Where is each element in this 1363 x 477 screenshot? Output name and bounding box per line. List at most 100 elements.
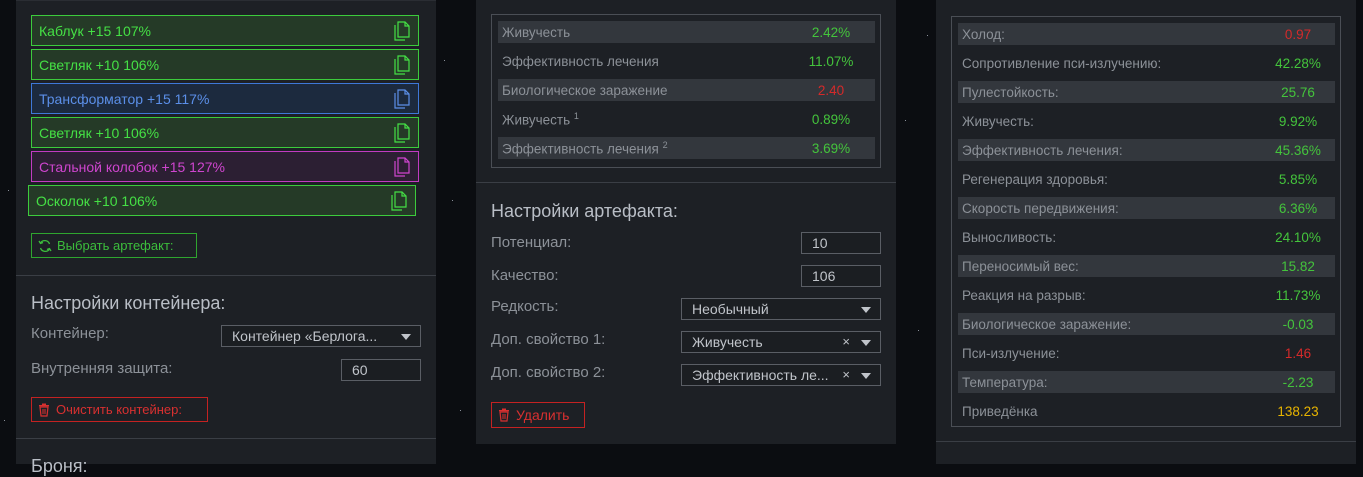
stat-name-text: Регенерация здоровья: bbox=[962, 171, 1108, 187]
chevron-down-icon bbox=[861, 307, 871, 313]
stat-name: Приведёнка bbox=[958, 404, 1038, 419]
chevron-down-icon bbox=[861, 373, 871, 379]
quality-input[interactable]: 106 bbox=[801, 265, 881, 287]
document-icon[interactable] bbox=[394, 157, 410, 180]
delete-artifact-label: Удалить bbox=[516, 407, 570, 423]
container-select[interactable]: Контейнер «Берлога... bbox=[221, 325, 421, 347]
stat-row: Переносимый вес: 15.82 bbox=[958, 255, 1335, 277]
stat-name-text: Эффективность лечения bbox=[502, 141, 659, 157]
stat-name: Реакция на разрыв: bbox=[958, 288, 1086, 303]
stat-name-text: Живучесть: bbox=[962, 113, 1034, 129]
choose-artifact-button[interactable]: Выбрать артефакт: bbox=[31, 233, 197, 258]
stat-value: 11.73% bbox=[1275, 287, 1321, 303]
artifact-item[interactable]: Каблук +15 107% bbox=[31, 15, 419, 46]
stat-footnote-marker: 1 bbox=[573, 110, 579, 121]
stat-value: 2.40 bbox=[817, 82, 845, 98]
stat-name-text: Переносимый вес: bbox=[962, 258, 1079, 274]
stat-value: 0.89% bbox=[811, 111, 851, 127]
document-icon[interactable] bbox=[394, 89, 410, 112]
stat-name: Сопротивление пси-излучению: bbox=[958, 56, 1161, 71]
stat-value: 11.07% bbox=[808, 53, 854, 69]
stat-name: Живучесть: bbox=[958, 114, 1034, 129]
stat-name-text: Пси-излучение: bbox=[962, 345, 1060, 361]
stat-name: Биологическое заражение: bbox=[958, 317, 1131, 332]
stat-row: Живучесть 1 0.89% bbox=[498, 108, 875, 130]
stat-name: Пси-излучение: bbox=[958, 346, 1060, 361]
stat-name-text: Живучесть bbox=[502, 24, 571, 40]
stat-value: 25.76 bbox=[1281, 84, 1315, 100]
rarity-select-value: Необычный bbox=[692, 301, 769, 317]
artifact-stats-table: Живучесть 2.42% Эффективность лечения 11.07… bbox=[491, 14, 881, 168]
artifact-item-label: Стальной колобок +15 127% bbox=[39, 158, 225, 175]
potential-input[interactable]: 10 bbox=[801, 232, 881, 254]
artifact-item-label: Осколок +10 106% bbox=[36, 192, 158, 209]
document-icon[interactable] bbox=[394, 21, 410, 44]
stat-value: 5.85% bbox=[1278, 171, 1318, 187]
stat-row: Биологическое заражение: -0.03 bbox=[958, 313, 1335, 335]
container-select-value: Контейнер «Берлога... bbox=[232, 328, 378, 344]
stat-value: 1.46 bbox=[1284, 345, 1312, 361]
stat-row: Холод: 0.97 bbox=[958, 23, 1335, 45]
artifact-item[interactable]: Осколок +10 106% bbox=[28, 185, 416, 216]
clear-x-icon[interactable]: × bbox=[842, 334, 850, 349]
stat-name-text: Эффективность лечения bbox=[502, 53, 659, 69]
extra-property-1-value: Живучесть bbox=[692, 334, 763, 350]
clear-x-icon[interactable]: × bbox=[842, 367, 850, 382]
stat-name-text: Сопротивление пси-излучению: bbox=[962, 55, 1162, 71]
stat-name-text: Температура: bbox=[962, 374, 1048, 390]
stat-name-text: Пулестойкость: bbox=[962, 84, 1059, 100]
stat-name-text: Холод: bbox=[962, 26, 1005, 42]
stat-row: Эффективность лечения 2 3.69% bbox=[498, 137, 875, 159]
artifact-item-label: Трансформатор +15 117% bbox=[39, 90, 210, 107]
stat-name: Живучесть bbox=[498, 25, 570, 40]
stat-row: Скорость передвижения: 6.36% bbox=[958, 197, 1335, 219]
container-settings-title: Настройки контейнера: bbox=[31, 293, 226, 313]
stat-value: 42.28% bbox=[1275, 55, 1321, 71]
stat-value: 3.69% bbox=[811, 140, 851, 156]
extra-property-1-select[interactable]: Живучесть × bbox=[681, 331, 881, 353]
artifact-item-label: Светляк +10 106% bbox=[39, 56, 160, 73]
stat-name: Выносливость: bbox=[958, 230, 1056, 245]
document-icon[interactable] bbox=[394, 55, 410, 78]
stat-name-text: Биологическое заражение bbox=[502, 82, 668, 98]
artifact-item[interactable]: Трансформатор +15 117% bbox=[31, 83, 419, 114]
stat-value: -2.23 bbox=[1282, 374, 1314, 390]
stat-row: Пси-излучение: 1.46 bbox=[958, 342, 1335, 364]
choose-artifact-label: Выбрать артефакт: bbox=[57, 238, 174, 253]
stat-value: 2.42% bbox=[811, 24, 851, 40]
stat-name: Эффективность лечения 2 bbox=[498, 140, 668, 157]
stat-name: Эффективность лечения: bbox=[958, 143, 1123, 158]
stat-name: Скорость передвижения: bbox=[958, 201, 1119, 216]
armor-section-title: Броня: bbox=[31, 456, 88, 476]
stat-name: Переносимый вес: bbox=[958, 259, 1079, 274]
rarity-select[interactable]: Необычный bbox=[681, 298, 881, 320]
stat-row: Эффективность лечения: 45.36% bbox=[958, 139, 1335, 161]
internal-protection-input[interactable]: 60 bbox=[341, 359, 421, 381]
stat-name-text: Выносливость: bbox=[962, 229, 1057, 245]
clear-container-button[interactable]: Очистить контейнер: bbox=[31, 397, 208, 422]
document-icon[interactable] bbox=[394, 123, 410, 146]
stat-value: 15.82 bbox=[1281, 258, 1315, 274]
stat-row: Пулестойкость: 25.76 bbox=[958, 81, 1335, 103]
delete-artifact-button[interactable]: Удалить bbox=[491, 402, 585, 428]
stat-row: Биологическое заражение 2.40 bbox=[498, 79, 875, 101]
stat-row: Выносливость: 24.10% bbox=[958, 226, 1335, 248]
extra-property-2-select[interactable]: Эффективность ле... × bbox=[681, 364, 881, 386]
stat-name-text: Реакция на разрыв: bbox=[962, 287, 1086, 303]
stat-name: Эффективность лечения bbox=[498, 54, 659, 69]
rarity-label: Редкость: bbox=[491, 298, 559, 315]
artifact-item[interactable]: Светляк +10 106% bbox=[31, 49, 419, 80]
document-icon[interactable] bbox=[391, 191, 407, 214]
stat-name-text: Живучесть bbox=[502, 112, 571, 128]
refresh-icon bbox=[38, 239, 52, 252]
stat-name-text: Скорость передвижения: bbox=[962, 200, 1119, 216]
artifact-item[interactable]: Стальной колобок +15 127% bbox=[31, 151, 419, 182]
stat-row: Эффективность лечения 11.07% bbox=[498, 50, 875, 72]
artifact-settings-title: Настройки артефакта: bbox=[491, 201, 678, 221]
clear-container-label: Очистить контейнер: bbox=[56, 402, 182, 417]
stat-name-text: Приведёнка bbox=[962, 403, 1038, 419]
stat-value: -0.03 bbox=[1282, 316, 1314, 332]
artifact-item[interactable]: Светляк +10 106% bbox=[31, 117, 419, 148]
stat-row: Живучесть: 9.92% bbox=[958, 110, 1335, 132]
stat-row: Температура: -2.23 bbox=[958, 371, 1335, 393]
